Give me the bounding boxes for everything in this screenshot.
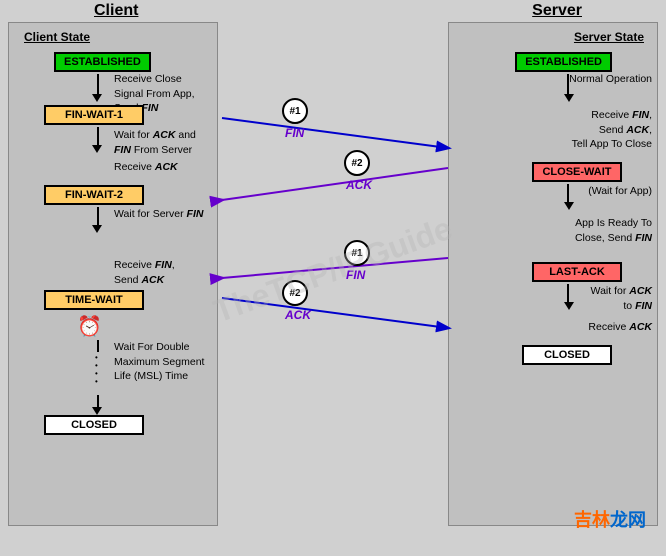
server-title: Server bbox=[532, 2, 582, 20]
server-closewait: CLOSE-WAIT bbox=[532, 162, 622, 182]
server-established: ESTABLISHED bbox=[515, 52, 612, 72]
msg-fin3-label: FIN bbox=[346, 268, 365, 282]
msg-ack4-box: #2 bbox=[282, 280, 308, 306]
client-state-label: Client State bbox=[24, 30, 90, 44]
arrow-line-1 bbox=[97, 74, 99, 94]
server-state-label: Server State bbox=[574, 30, 644, 44]
server-arrow-head-3 bbox=[564, 302, 574, 310]
msg-fin1-label: FIN bbox=[285, 126, 304, 140]
server-desc-6: Receive ACK bbox=[588, 320, 652, 335]
msg-ack2-box: #2 bbox=[344, 150, 370, 176]
clock-icon: ⏰ bbox=[77, 314, 102, 339]
diagram-wrapper: TheTCP/IPGuide Client Server Client Stat… bbox=[4, 0, 662, 540]
msg-fin1-box: #1 bbox=[282, 98, 308, 124]
server-arrow-head-1 bbox=[564, 94, 574, 102]
client-desc-3: Receive ACK bbox=[114, 160, 178, 175]
dot-line-2 bbox=[97, 395, 99, 407]
client-desc-6: Wait For DoubleMaximum SegmentLife (MSL)… bbox=[114, 340, 204, 384]
dotted-segment: •••• bbox=[95, 354, 98, 386]
brand-blue: 龙网 bbox=[610, 510, 646, 530]
msg-ack4-label: ACK bbox=[285, 308, 311, 322]
client-timewait: TIME-WAIT bbox=[44, 290, 144, 310]
msg-ack2-label: ACK bbox=[346, 178, 372, 192]
client-title: Client bbox=[94, 2, 138, 20]
client-finwait1: FIN-WAIT-1 bbox=[44, 105, 144, 125]
server-desc-2: Receive FIN,Send ACK,Tell App To Close bbox=[572, 108, 652, 152]
client-established: ESTABLISHED bbox=[54, 52, 151, 72]
client-finwait2: FIN-WAIT-2 bbox=[44, 185, 144, 205]
msg-fin3-box: #1 bbox=[344, 240, 370, 266]
server-arrow-3 bbox=[567, 284, 569, 302]
arrow-head-3 bbox=[92, 225, 102, 233]
server-desc-5: Wait for ACKto FIN bbox=[591, 284, 652, 313]
dot-line-1 bbox=[97, 340, 99, 352]
brand-footer: 吉林龙网 bbox=[574, 506, 646, 532]
brand-orange: 吉林 bbox=[574, 510, 610, 530]
server-desc-1: Normal Operation bbox=[569, 72, 652, 87]
client-desc-4: Wait for Server FIN bbox=[114, 207, 203, 222]
client-desc-5: Receive FIN,Send ACK bbox=[114, 258, 175, 287]
watermark: TheTCP/IPGuide bbox=[209, 210, 457, 331]
arrow-head-1 bbox=[92, 94, 102, 102]
arrow-head-2 bbox=[92, 145, 102, 153]
arrow-line-2 bbox=[97, 127, 99, 145]
server-desc-3: (Wait for App) bbox=[588, 184, 652, 199]
client-desc-2: Wait for ACK andFIN From Server bbox=[114, 128, 196, 157]
server-arrow-head-2 bbox=[564, 202, 574, 210]
server-lastack: LAST-ACK bbox=[532, 262, 622, 282]
server-desc-4: App Is Ready ToClose, Send FIN bbox=[575, 216, 652, 245]
client-closed: CLOSED bbox=[44, 415, 144, 435]
server-arrow-2 bbox=[567, 184, 569, 202]
server-closed: CLOSED bbox=[522, 345, 612, 365]
arrow-line-3 bbox=[97, 207, 99, 225]
arrow-head-4 bbox=[92, 407, 102, 415]
